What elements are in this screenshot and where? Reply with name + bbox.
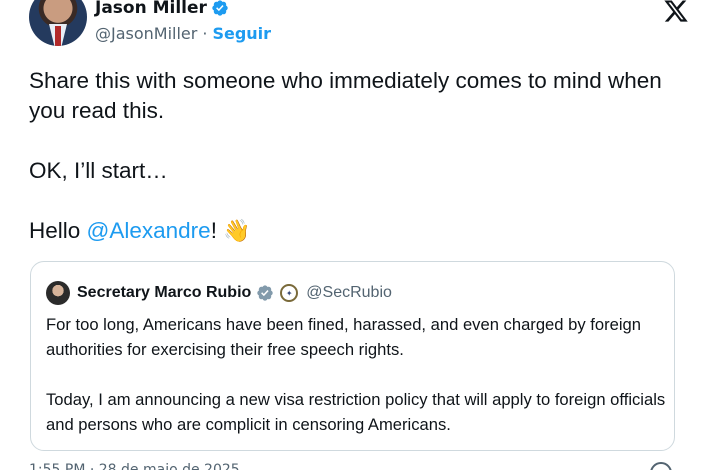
author-avatar[interactable] (29, 0, 87, 46)
author-handle[interactable]: @JasonMiller (95, 24, 197, 43)
greeting-text: Hello (29, 218, 87, 243)
info-icon[interactable] (650, 462, 672, 470)
mention-link[interactable]: @Alexandre (87, 218, 211, 243)
quoted-author-avatar (46, 281, 70, 305)
x-logo-icon[interactable] (663, 0, 689, 24)
tweet-line-3: Hello @Alexandre! 👋 (29, 216, 689, 246)
quoted-tweet-text: For too long, Americans have been fined,… (46, 312, 666, 437)
author-handle-row: @JasonMiller · Seguir (95, 24, 271, 43)
author-name[interactable]: Jason Miller (95, 0, 207, 18)
quoted-author-handle: @SecRubio (306, 284, 392, 301)
author-name-row: Jason Miller (95, 0, 229, 18)
verified-badge-icon (212, 0, 228, 16)
quoted-author-name: Secretary Marco Rubio (77, 284, 252, 301)
quoted-paragraph-1: For too long, Americans have been fined,… (46, 315, 641, 359)
wave-emoji-icon: 👋 (223, 218, 251, 243)
state-dept-seal-icon: ✦ (280, 284, 299, 302)
tweet-timestamp[interactable]: 1:55 PM · 28 de maio de 2025 (29, 462, 240, 470)
gray-verified-badge-icon (257, 285, 273, 301)
quoted-tweet-card[interactable]: Secretary Marco Rubio ✦ @SecRubio For to… (30, 261, 675, 451)
tweet-line-1: Share this with someone who immediately … (29, 68, 662, 123)
tweet-text: Share this with someone who immediately … (29, 66, 689, 246)
follow-button[interactable]: Seguir (212, 24, 271, 43)
quoted-paragraph-2: Today, I am announcing a new visa restri… (46, 390, 666, 434)
separator: · (202, 24, 208, 43)
tweet-header: Jason Miller @JasonMiller · Seguir (29, 0, 689, 50)
quoted-tweet-header: Secretary Marco Rubio ✦ @SecRubio (46, 281, 392, 305)
tweet-line-2: OK, I’ll start… (29, 158, 168, 183)
exclamation: ! (210, 218, 217, 243)
